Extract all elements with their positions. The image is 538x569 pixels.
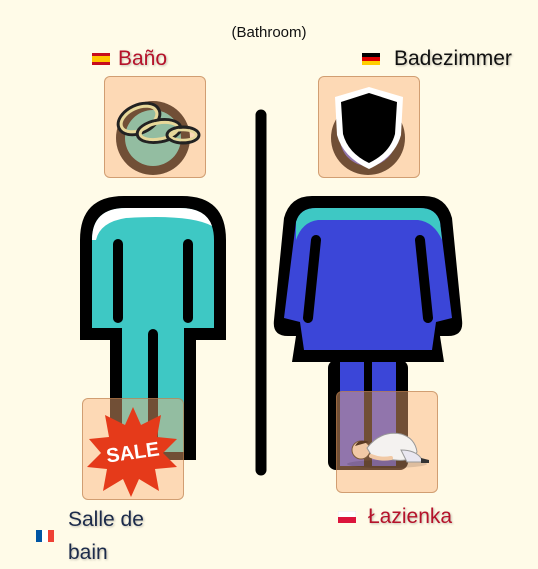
shield-icon (335, 87, 403, 169)
shield-card (318, 76, 420, 178)
sale-icon: SALE (87, 407, 177, 497)
rings-card (104, 76, 206, 178)
kneeling-person-icon (347, 432, 429, 468)
kneeling-person-card (336, 391, 438, 493)
rings-icon (116, 101, 201, 145)
restroom-sign (80, 101, 463, 476)
sale-card: SALE (82, 398, 184, 500)
